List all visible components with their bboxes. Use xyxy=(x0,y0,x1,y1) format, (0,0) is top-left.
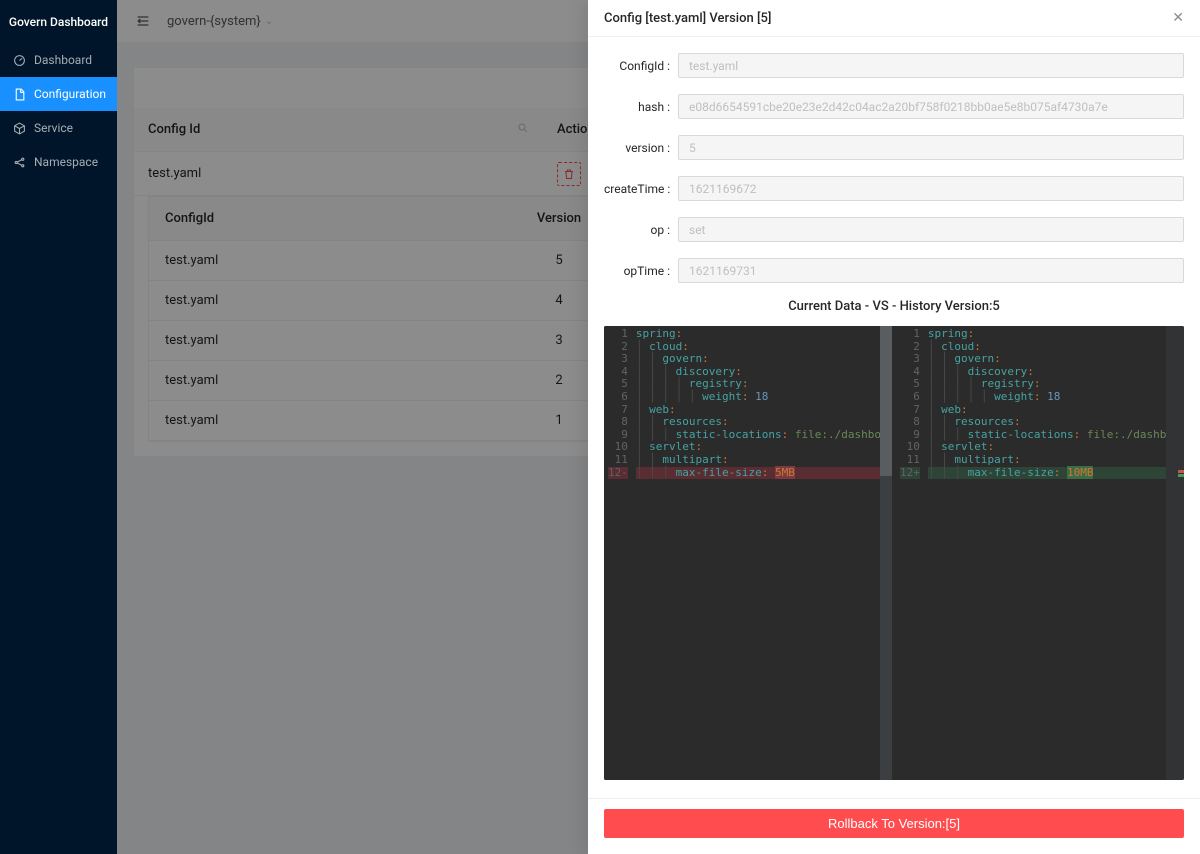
sidebar-item-service[interactable]: Service xyxy=(0,111,117,145)
code-history: spring:│ cloud:│ │ govern:│ │ │ discover… xyxy=(926,326,1166,780)
field-version: 5 xyxy=(678,135,1184,160)
label-optime: opTime xyxy=(604,264,670,278)
minimap[interactable] xyxy=(1166,326,1184,780)
label-configid: ConfigId xyxy=(604,59,670,73)
drawer-title: Config [test.yaml] Version [5] xyxy=(604,11,771,26)
app-title: Govern Dashboard xyxy=(0,0,117,43)
config-drawer: Config [test.yaml] Version [5] ✕ ConfigI… xyxy=(588,0,1200,854)
scrollbar[interactable] xyxy=(880,326,892,780)
diff-pane-current[interactable]: 123456789101112- spring:│ cloud:│ │ gove… xyxy=(604,326,892,780)
label-version: version xyxy=(604,141,670,155)
rollback-button[interactable]: Rollback To Version:[5] xyxy=(604,809,1184,838)
field-createtime: 1621169672 xyxy=(678,176,1184,201)
sidebar-item-label: Dashboard xyxy=(34,53,92,67)
cube-icon xyxy=(12,121,26,135)
diff-title: Current Data - VS - History Version:5 xyxy=(604,299,1184,314)
share-icon xyxy=(12,155,26,169)
field-configid: test.yaml xyxy=(678,53,1184,78)
field-optime: 1621169731 xyxy=(678,258,1184,283)
label-op: op xyxy=(604,223,670,237)
sidebar: Govern Dashboard Dashboard Configuration… xyxy=(0,0,117,854)
field-op: set xyxy=(678,217,1184,242)
line-gutter: 123456789101112- xyxy=(604,326,634,780)
main: govern-{system} ⌄ Config Id Action test. xyxy=(117,0,1200,854)
label-createtime: createTime xyxy=(604,182,670,196)
sidebar-item-label: Service xyxy=(34,121,73,135)
drawer-header: Config [test.yaml] Version [5] ✕ xyxy=(588,0,1200,37)
sidebar-item-dashboard[interactable]: Dashboard xyxy=(0,43,117,77)
drawer-body: ConfigId test.yaml hash e08d6654591cbe20… xyxy=(588,37,1200,798)
line-gutter: 123456789101112+ xyxy=(896,326,926,780)
diff-pane-history[interactable]: 123456789101112+ spring:│ cloud:│ │ gove… xyxy=(896,326,1184,780)
sidebar-item-label: Configuration xyxy=(34,87,106,101)
code-current: spring:│ cloud:│ │ govern:│ │ │ discover… xyxy=(634,326,892,780)
dashboard-icon xyxy=(12,53,26,67)
drawer-footer: Rollback To Version:[5] xyxy=(588,798,1200,854)
close-icon[interactable]: ✕ xyxy=(1172,10,1184,26)
sidebar-item-label: Namespace xyxy=(34,155,98,169)
file-icon xyxy=(12,87,26,101)
label-hash: hash xyxy=(604,100,670,114)
field-hash: e08d6654591cbe20e23e2d42c04ac2a20bf758f0… xyxy=(678,94,1184,119)
sidebar-item-configuration[interactable]: Configuration xyxy=(0,77,117,111)
sidebar-item-namespace[interactable]: Namespace xyxy=(0,145,117,179)
diff-viewer: 123456789101112- spring:│ cloud:│ │ gove… xyxy=(604,326,1184,780)
